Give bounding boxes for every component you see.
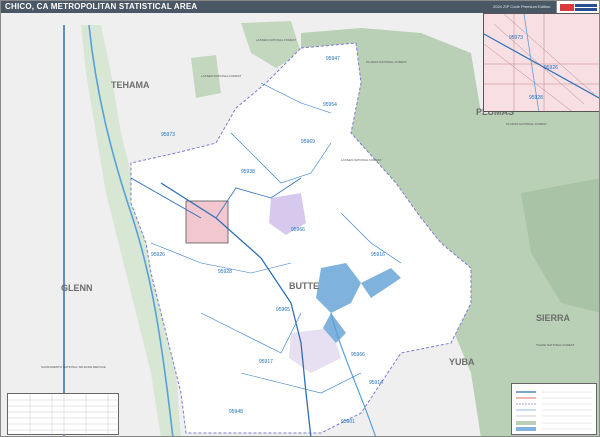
chico-inset-map[interactable]: 95973 95926 95928 (483, 13, 599, 112)
edition-label: 2024 ZIP Code Premium Edition (493, 4, 551, 9)
publisher-logo (556, 1, 599, 13)
county-label-yuba: YUBA (449, 357, 475, 367)
zip-label: 95969 (301, 139, 315, 145)
inset-zip-label: 95926 (544, 65, 558, 71)
zip-label: 95917 (259, 359, 273, 365)
legend-symbols (516, 391, 592, 431)
title-bar: CHICO, CA METROPOLITAN STATISTICAL AREA … (1, 1, 599, 13)
forest-label: LASSEN NATIONAL FOREST (201, 74, 242, 78)
zip-label: 95926 (151, 252, 165, 258)
zip-label: 95938 (241, 169, 255, 175)
inset-zip-label: 95973 (509, 35, 523, 41)
county-label-glenn: GLENN (61, 283, 93, 293)
refuge-label: SACRAMENTO NATIONAL WILDLIFE REFUGE (41, 365, 106, 369)
forest-label: TAHOE NATIONAL FOREST (536, 343, 575, 347)
forest-label: PLUMAS NATIONAL FOREST (366, 60, 407, 64)
zip-label: 95916 (371, 252, 385, 258)
zip-label: 95965 (276, 307, 290, 313)
zip-label: 95966 (291, 227, 305, 233)
county-label-butte: BUTTE (289, 281, 319, 291)
forest-label: PLUMAS NATIONAL FOREST (506, 122, 547, 126)
map-legend (511, 383, 597, 435)
map-frame: CHICO, CA METROPOLITAN STATISTICAL AREA … (0, 0, 600, 437)
index-table-grid (8, 394, 120, 436)
zip-index-table (7, 393, 120, 436)
zip-label: 95966 (351, 352, 365, 358)
map-title: CHICO, CA METROPOLITAN STATISTICAL AREA (5, 2, 198, 11)
zip-label: 95901 (341, 419, 355, 425)
zip-label: 95914 (369, 380, 383, 386)
zip-label: 95973 (161, 132, 175, 138)
zip-label: 95947 (326, 56, 340, 62)
county-label-sierra: SIERRA (536, 313, 571, 323)
forest-label: LASSEN NATIONAL FOREST (256, 38, 297, 42)
county-label-tehama: TEHAMA (111, 80, 150, 90)
inset-zip-label: 95928 (529, 95, 543, 101)
zip-label: 95954 (323, 102, 337, 108)
inset-canvas: 95973 95926 95928 (484, 14, 599, 111)
zip-label: 95928 (218, 269, 232, 275)
zip-label: 95948 (229, 409, 243, 415)
forest-label: LASSEN NATIONAL FOREST (341, 158, 382, 162)
chico-inset-frame[interactable] (185, 200, 229, 244)
